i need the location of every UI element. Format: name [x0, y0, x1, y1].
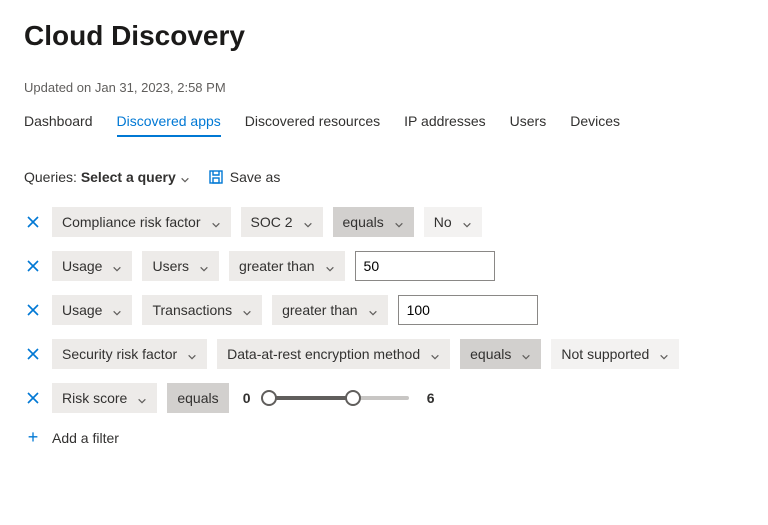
chevron-down-icon: [187, 349, 197, 359]
filter-category-label: Compliance risk factor: [62, 214, 201, 230]
slider-thumb-min[interactable]: [261, 390, 277, 406]
add-filter-button[interactable]: + Add a filter: [24, 427, 744, 448]
remove-filter-button[interactable]: [24, 215, 42, 229]
chevron-down-icon: [325, 261, 335, 271]
filter-value-label: Not supported: [561, 346, 649, 362]
save-icon: [208, 169, 224, 185]
updated-timestamp: Updated on Jan 31, 2023, 2:58 PM: [24, 80, 744, 95]
filter-row: Compliance risk factor SOC 2 equals No: [24, 207, 744, 237]
filter-value-input[interactable]: [355, 251, 495, 281]
filter-value[interactable]: Not supported: [551, 339, 679, 369]
filters-container: Compliance risk factor SOC 2 equals No Usage…: [24, 207, 744, 413]
filter-category[interactable]: Usage: [52, 251, 132, 281]
filter-operator-label: equals: [343, 214, 384, 230]
filter-row: Risk scoreequals06: [24, 383, 744, 413]
chevron-down-icon: [180, 172, 190, 182]
chevron-down-icon: [368, 305, 378, 315]
filter-subcategory[interactable]: SOC 2: [241, 207, 323, 237]
remove-filter-button[interactable]: [24, 347, 42, 361]
remove-filter-button[interactable]: [24, 259, 42, 273]
plus-icon: +: [24, 427, 42, 448]
filter-operator-label: greater than: [282, 302, 358, 318]
chevron-down-icon: [521, 349, 531, 359]
filter-category[interactable]: Security risk factor: [52, 339, 207, 369]
filter-subcategory-label: Transactions: [152, 302, 232, 318]
chevron-down-icon: [303, 217, 313, 227]
filter-row: Security risk factor Data-at-rest encrypt…: [24, 339, 744, 369]
filter-value-label: No: [434, 214, 452, 230]
filter-operator-label: greater than: [239, 258, 315, 274]
slider-track[interactable]: [269, 388, 409, 408]
filter-value[interactable]: No: [424, 207, 482, 237]
queries-select-label: Select a query: [81, 169, 176, 185]
filter-row: Usage Transactions greater than: [24, 295, 744, 325]
add-filter-label: Add a filter: [52, 430, 119, 446]
slider-max-value: 6: [423, 390, 439, 406]
save-as-label: Save as: [230, 169, 281, 185]
page-title: Cloud Discovery: [24, 20, 744, 52]
close-icon: [26, 303, 40, 317]
queries-select[interactable]: Select a query: [81, 169, 190, 185]
queries-row: Queries: Select a query Save as: [24, 169, 744, 185]
filter-category[interactable]: Compliance risk factor: [52, 207, 231, 237]
chevron-down-icon: [112, 261, 122, 271]
tab-users[interactable]: Users: [510, 113, 547, 137]
remove-filter-button[interactable]: [24, 391, 42, 405]
tab-ip-addresses[interactable]: IP addresses: [404, 113, 485, 137]
filter-subcategory[interactable]: Transactions: [142, 295, 262, 325]
filter-operator[interactable]: equals: [460, 339, 541, 369]
close-icon: [26, 259, 40, 273]
chevron-down-icon: [211, 217, 221, 227]
filter-category[interactable]: Usage: [52, 295, 132, 325]
filter-row: Usage Users greater than: [24, 251, 744, 281]
tab-discovered-apps[interactable]: Discovered apps: [117, 113, 221, 137]
filter-operator-label: equals: [470, 346, 511, 362]
save-as-button[interactable]: Save as: [208, 169, 281, 185]
slider-min-value: 0: [239, 390, 255, 406]
risk-score-slider[interactable]: 06: [239, 388, 439, 408]
filter-value-input[interactable]: [398, 295, 538, 325]
chevron-down-icon: [112, 305, 122, 315]
filter-subcategory[interactable]: Users: [142, 251, 219, 281]
tabs: Dashboard Discovered apps Discovered resou…: [24, 113, 744, 137]
close-icon: [26, 347, 40, 361]
filter-operator[interactable]: equals: [333, 207, 414, 237]
chevron-down-icon: [242, 305, 252, 315]
tab-dashboard[interactable]: Dashboard: [24, 113, 93, 137]
filter-operator[interactable]: equals: [167, 383, 228, 413]
chevron-down-icon: [462, 217, 472, 227]
filter-subcategory-label: Users: [152, 258, 189, 274]
filter-category-label: Usage: [62, 302, 102, 318]
tab-devices[interactable]: Devices: [570, 113, 620, 137]
filter-category-label: Security risk factor: [62, 346, 177, 362]
slider-thumb-max[interactable]: [345, 390, 361, 406]
filter-category-label: Risk score: [62, 390, 127, 406]
queries-label: Queries:: [24, 169, 77, 185]
filter-operator[interactable]: greater than: [229, 251, 345, 281]
filter-subcategory[interactable]: Data-at-rest encryption method: [217, 339, 450, 369]
chevron-down-icon: [199, 261, 209, 271]
remove-filter-button[interactable]: [24, 303, 42, 317]
close-icon: [26, 215, 40, 229]
chevron-down-icon: [430, 349, 440, 359]
filter-subcategory-label: Data-at-rest encryption method: [227, 346, 420, 362]
chevron-down-icon: [137, 393, 147, 403]
filter-operator[interactable]: greater than: [272, 295, 388, 325]
tab-discovered-resources[interactable]: Discovered resources: [245, 113, 380, 137]
filter-subcategory-label: SOC 2: [251, 214, 293, 230]
filter-operator-label: equals: [177, 390, 218, 406]
filter-category-label: Usage: [62, 258, 102, 274]
chevron-down-icon: [394, 217, 404, 227]
close-icon: [26, 391, 40, 405]
chevron-down-icon: [659, 349, 669, 359]
filter-category[interactable]: Risk score: [52, 383, 157, 413]
